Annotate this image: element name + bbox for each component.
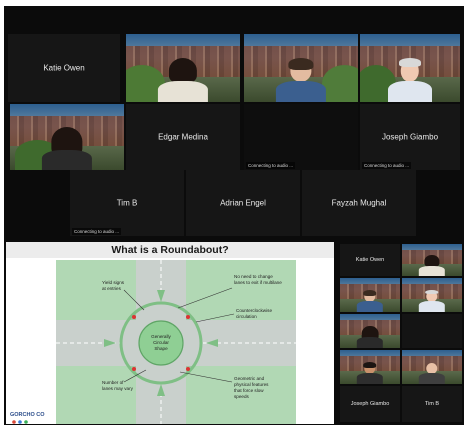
participant-tile-joseph-giambo[interactable]: Joseph Giambo Connecting to audio ...: [360, 104, 460, 170]
person-figure: [157, 58, 209, 102]
person-figure: [275, 58, 327, 102]
company-logo-text: GORCHO CO: [10, 412, 45, 418]
participant-name: Katie Owen: [43, 63, 85, 73]
person-figure: [388, 58, 432, 102]
participant-name: Joseph Giambo: [350, 401, 390, 407]
logo-dot-icon: [24, 420, 28, 424]
person-figure: [41, 127, 93, 170]
side-participant-panel: Katie Owen Joseph Giambo Tim B: [338, 242, 464, 424]
label-no-lane-change: No need to change: [234, 274, 273, 279]
side-tile-tim-b[interactable]: Tim B: [402, 386, 462, 422]
label-island-3: Shape: [154, 346, 168, 351]
label-number-of-lanes-2: lanes may vary: [102, 386, 134, 391]
participant-tile-tim-b[interactable]: Tim B Connecting to audio ...: [70, 170, 184, 236]
side-video-man-active[interactable]: [340, 278, 400, 312]
participant-video-active-speaker[interactable]: [10, 104, 124, 170]
side-tile-blank[interactable]: [402, 314, 462, 348]
shared-screen-slide: What is a Roundabout? Yield signs at ent…: [6, 242, 334, 424]
logo-dot-icon: [18, 420, 22, 424]
label-counterclockwise-2: circulation: [236, 314, 257, 319]
participant-name: Tim B: [424, 401, 440, 407]
participant-name: Edgar Medina: [158, 132, 208, 142]
side-tile-katie-owen[interactable]: Katie Owen: [340, 244, 400, 276]
side-video-older-man[interactable]: [402, 278, 462, 312]
participant-video-older-man[interactable]: [360, 34, 460, 102]
participant-tile-fayzah-mughal[interactable]: Fayzah Mughal: [302, 170, 416, 236]
participant-video-man-window[interactable]: [244, 34, 358, 102]
participant-video-woman-smiling[interactable]: [126, 34, 240, 102]
roundabout-diagram: Yield signs at entries No need to change…: [10, 260, 296, 424]
connecting-audio-label: Connecting to audio ...: [246, 162, 296, 169]
side-video-bald-man[interactable]: [402, 350, 462, 384]
participant-name: Fayzah Mughal: [331, 198, 387, 208]
participant-tile-blank[interactable]: Connecting to audio ...: [244, 104, 358, 170]
label-geometric-3: that force slow: [234, 388, 264, 393]
label-geometric-1: Geometric and: [234, 376, 265, 381]
logo-dot-icon: [12, 420, 16, 424]
participant-name: Katie Owen: [355, 257, 385, 263]
participant-name: Tim B: [116, 198, 138, 208]
side-video-woman[interactable]: [402, 244, 462, 276]
label-island-2: Circular: [153, 340, 169, 345]
side-video-bearded-man[interactable]: [340, 350, 400, 384]
participant-tile-katie-owen[interactable]: Katie Owen: [8, 34, 120, 102]
label-number-of-lanes: Number of: [102, 380, 124, 385]
side-video-woman-dark-hair[interactable]: [340, 314, 400, 348]
label-yield-signs-2: at entries: [102, 286, 122, 291]
participant-tile-edgar-medina[interactable]: Edgar Medina: [126, 104, 240, 170]
participant-name: Adrian Engel: [220, 198, 266, 208]
label-island-1: Generally: [151, 334, 171, 339]
participant-tile-adrian-engel[interactable]: Adrian Engel: [186, 170, 300, 236]
label-yield-signs: Yield signs: [102, 280, 125, 285]
connecting-audio-label: Connecting to audio ...: [72, 228, 122, 235]
side-tile-joseph-giambo[interactable]: Joseph Giambo: [340, 386, 400, 422]
label-no-lane-change-2: lanes to exit if multilane: [234, 280, 282, 285]
label-geometric-2: physical features: [234, 382, 269, 387]
connecting-audio-label: Connecting to audio ...: [362, 162, 412, 169]
label-counterclockwise: Counterclockwise: [236, 308, 272, 313]
label-geometric-4: speeds: [234, 394, 250, 399]
participant-name: Joseph Giambo: [381, 132, 439, 142]
